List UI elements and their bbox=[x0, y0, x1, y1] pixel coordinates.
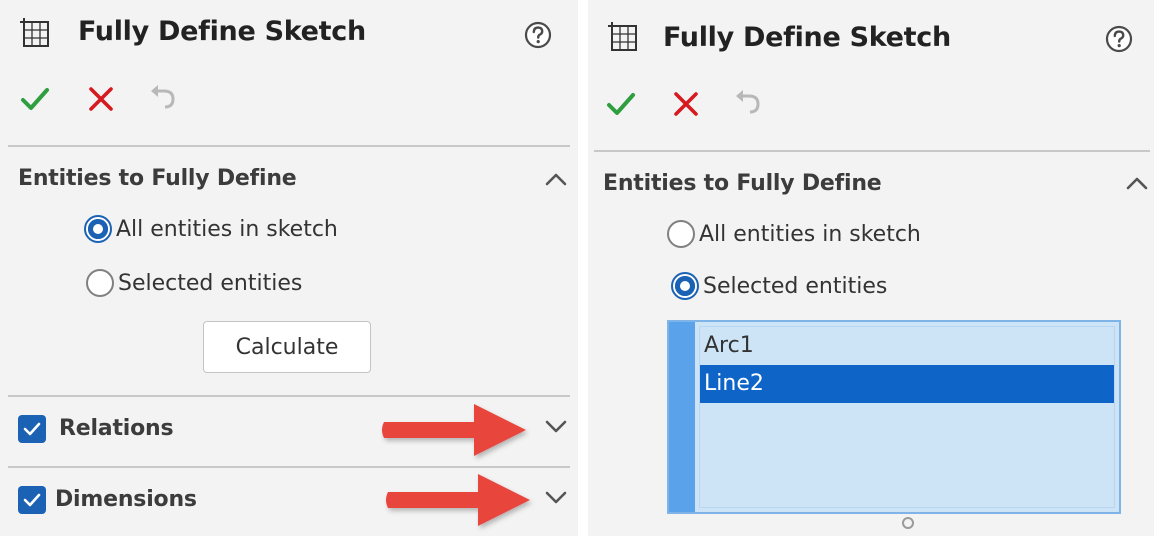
radio-button-checked[interactable] bbox=[671, 272, 699, 300]
radio-label: All entities in sketch bbox=[699, 221, 921, 247]
entities-section-title: Entities to Fully Define bbox=[603, 171, 882, 196]
radio-selected-entities[interactable]: Selected entities bbox=[86, 267, 302, 299]
relations-section-title: Relations bbox=[59, 416, 174, 441]
grid-sketch-icon bbox=[20, 18, 49, 47]
divider bbox=[8, 145, 570, 147]
grid-sketch-icon bbox=[608, 22, 637, 51]
radio-selected-entities[interactable]: Selected entities bbox=[671, 270, 887, 302]
chevron-up-icon[interactable] bbox=[1124, 174, 1150, 192]
panel-header: Fully Define Sketch bbox=[588, 0, 1154, 70]
list-item-line2[interactable]: Line2 bbox=[700, 365, 1114, 403]
radio-button[interactable] bbox=[667, 220, 695, 248]
radio-label: Selected entities bbox=[703, 273, 888, 299]
chevron-down-icon[interactable] bbox=[543, 489, 569, 507]
help-circle-icon[interactable] bbox=[523, 20, 553, 50]
dimensions-checkbox[interactable] bbox=[18, 486, 46, 514]
radio-all-entities[interactable]: All entities in sketch bbox=[667, 218, 921, 250]
cancel-x-icon[interactable] bbox=[86, 84, 116, 114]
panel-title: Fully Define Sketch bbox=[78, 16, 366, 47]
listbox-side-bar bbox=[669, 322, 695, 512]
dimensions-section-title: Dimensions bbox=[55, 487, 197, 512]
radio-all-entities[interactable]: All entities in sketch bbox=[84, 213, 338, 245]
divider bbox=[8, 395, 570, 397]
calculate-button[interactable]: Calculate bbox=[203, 321, 371, 373]
listbox-items: Arc1 Line2 bbox=[699, 326, 1115, 508]
radio-label: Selected entities bbox=[118, 270, 303, 296]
listbox-resize-handle[interactable] bbox=[902, 517, 914, 529]
panel-title: Fully Define Sketch bbox=[663, 22, 951, 53]
relations-checkbox[interactable] bbox=[18, 415, 46, 443]
fully-define-sketch-panel-left: Fully Define Sketch Entities to Fully De… bbox=[0, 0, 578, 536]
divider bbox=[594, 150, 1150, 152]
entities-section-title: Entities to Fully Define bbox=[18, 166, 297, 191]
red-arrow-icon bbox=[382, 404, 526, 456]
radio-label: All entities in sketch bbox=[116, 216, 338, 242]
red-arrow-icon bbox=[386, 474, 530, 526]
fully-define-sketch-panel-right: Fully Define Sketch Entities to Fully De… bbox=[588, 0, 1154, 536]
undo-arrow-icon[interactable] bbox=[148, 82, 178, 112]
radio-button-checked[interactable] bbox=[84, 215, 112, 243]
selected-entities-listbox[interactable]: Arc1 Line2 bbox=[667, 320, 1121, 514]
ok-checkmark-icon[interactable] bbox=[20, 84, 50, 114]
ok-checkmark-icon[interactable] bbox=[606, 89, 636, 119]
radio-button[interactable] bbox=[86, 269, 114, 297]
cancel-x-icon[interactable] bbox=[671, 89, 701, 119]
list-item-arc1[interactable]: Arc1 bbox=[700, 327, 1114, 365]
panel-header: Fully Define Sketch bbox=[0, 0, 578, 70]
help-circle-icon[interactable] bbox=[1104, 24, 1134, 54]
undo-arrow-icon[interactable] bbox=[733, 87, 763, 117]
chevron-up-icon[interactable] bbox=[543, 170, 569, 188]
chevron-down-icon[interactable] bbox=[543, 418, 569, 436]
